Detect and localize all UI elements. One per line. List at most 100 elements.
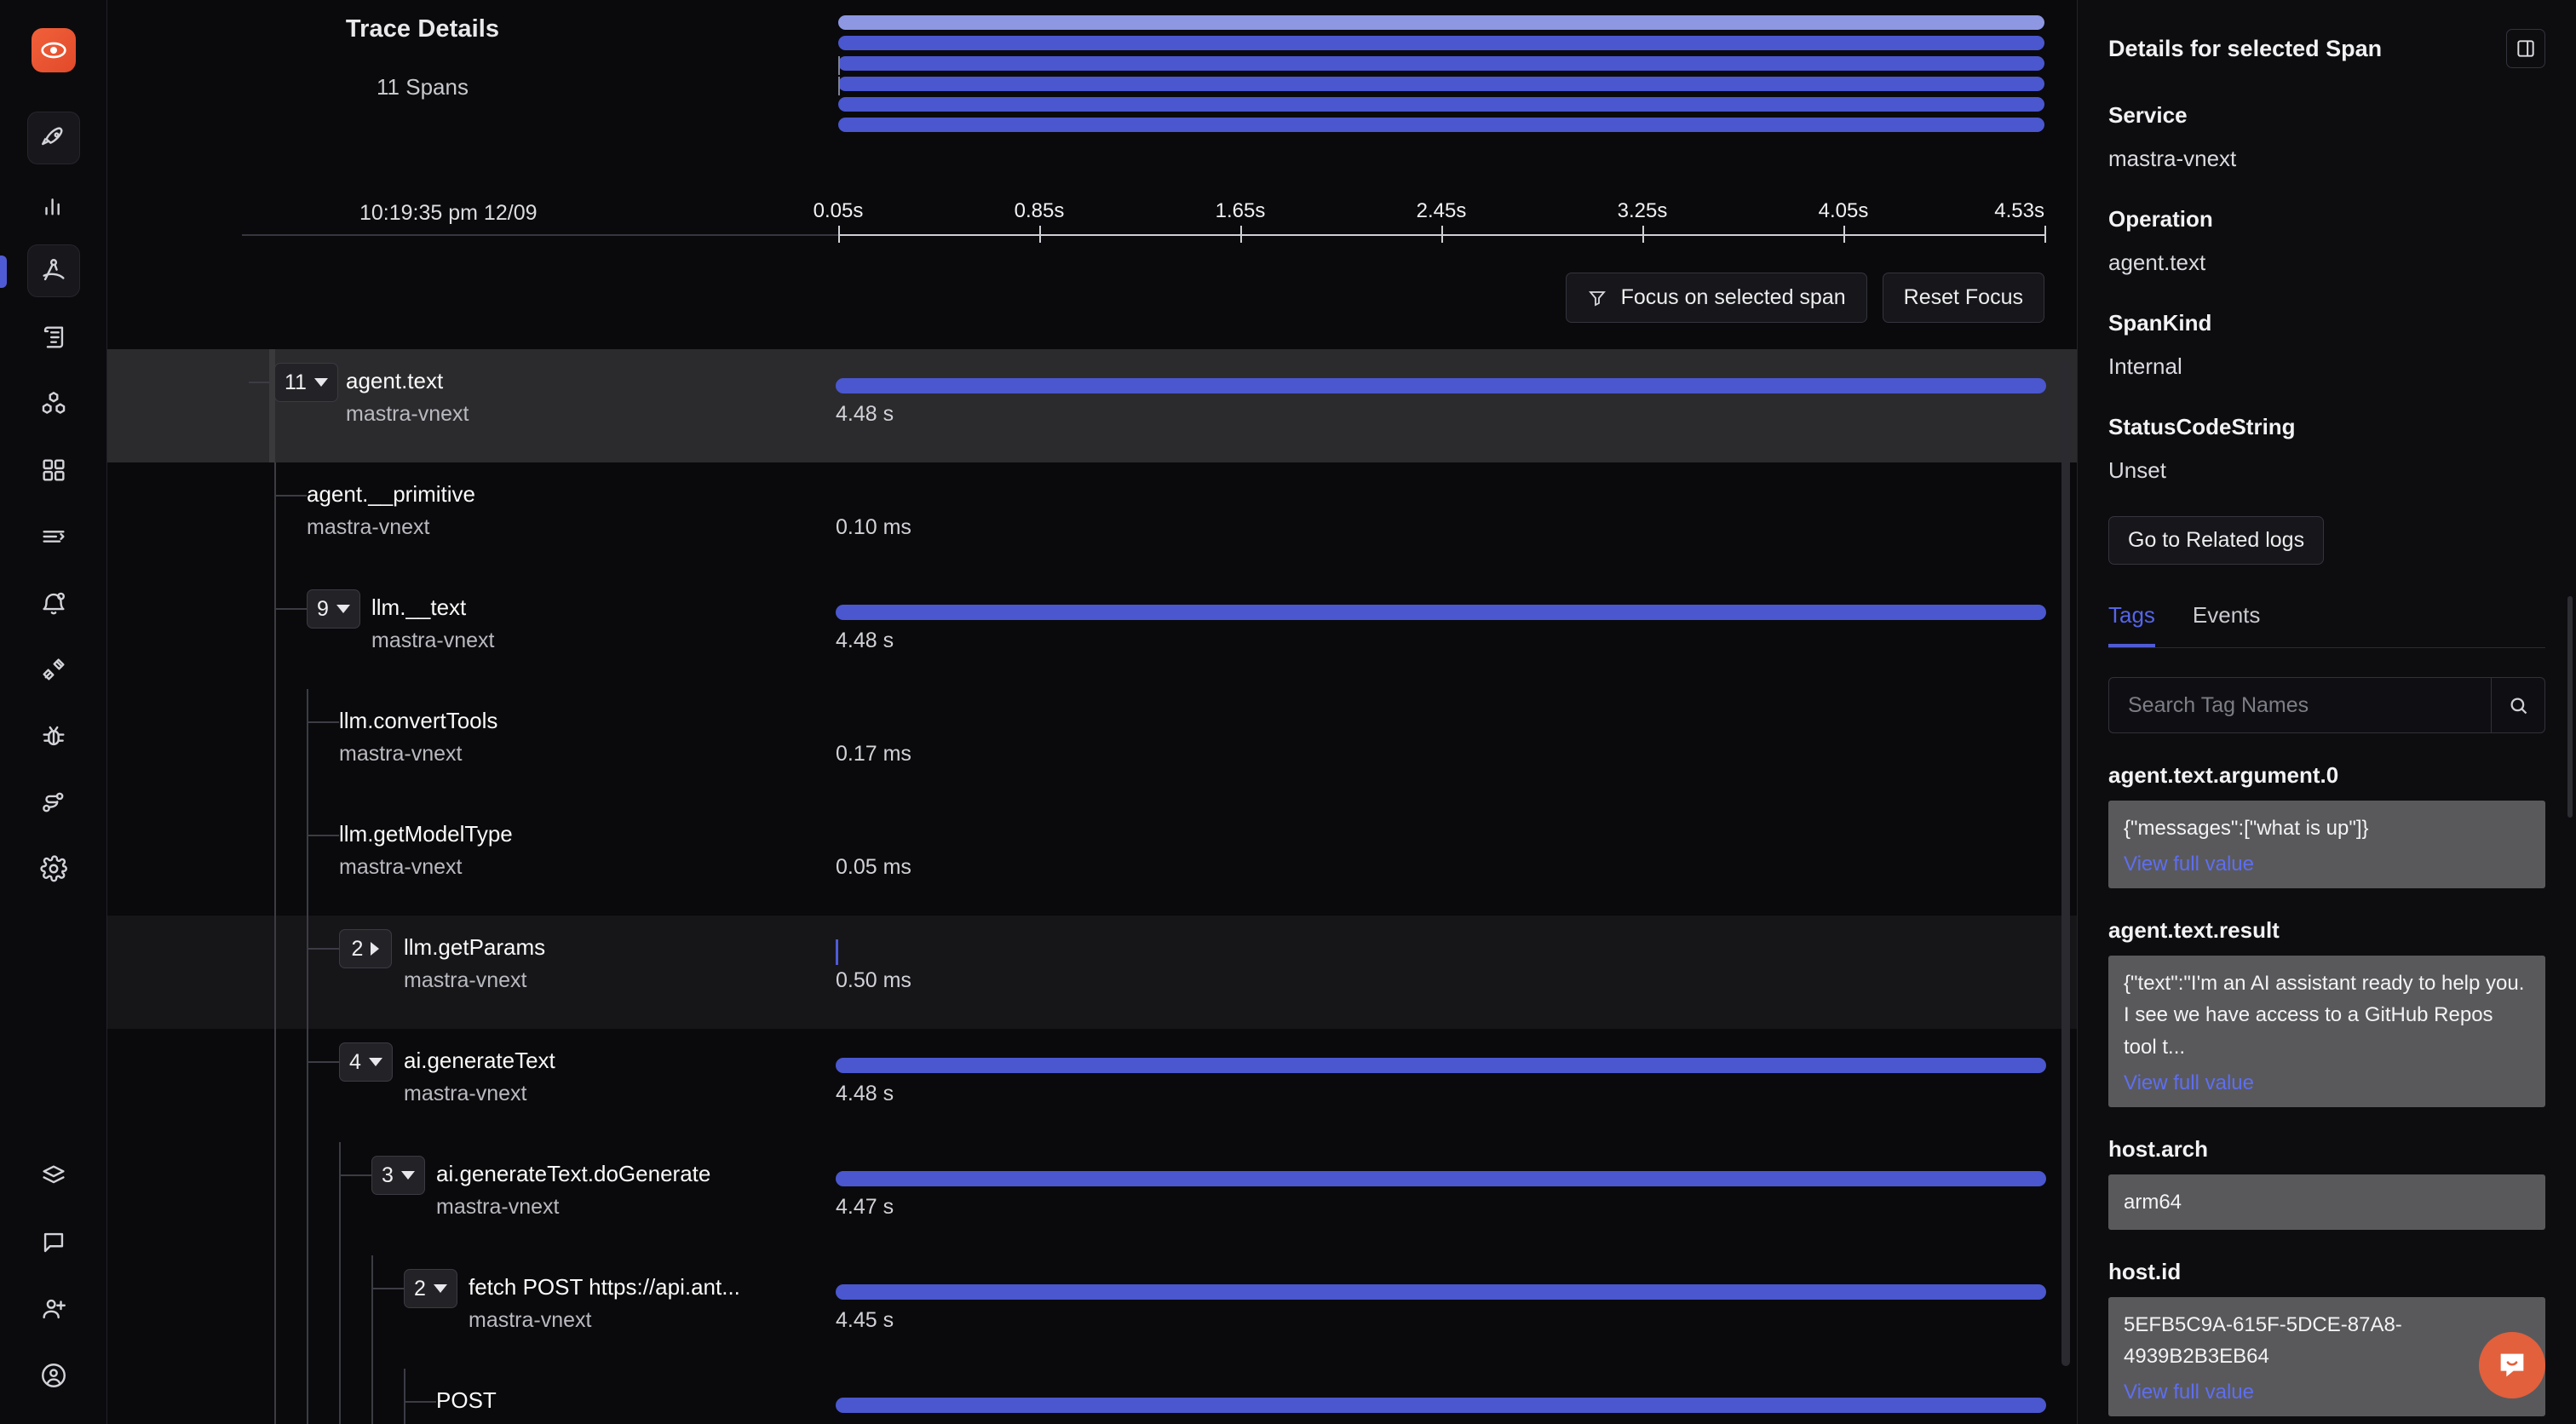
sidebar-item-logs[interactable]	[27, 311, 80, 364]
sidebar-bottom-group	[0, 1136, 107, 1402]
tree-guide-line	[274, 802, 276, 916]
span-expand-toggle[interactable]: 2	[404, 1269, 457, 1308]
profile-icon	[42, 1364, 66, 1387]
span-service-name: mastra-vnext	[339, 855, 463, 879]
span-duration-bar[interactable]	[836, 378, 2046, 393]
span-duration-label: 4.47 s	[836, 1195, 894, 1219]
sidebar-item-models[interactable]	[27, 377, 80, 430]
tree-guide-line	[274, 1142, 276, 1255]
tab-events[interactable]: Events	[2193, 602, 2261, 647]
details-scrollbar[interactable]	[2567, 596, 2573, 818]
span-row[interactable]: POSTmastra-vnext4.45 s	[107, 1369, 2077, 1424]
span-duration-bar[interactable]	[836, 1284, 2046, 1300]
span-expand-toggle[interactable]: 4	[339, 1042, 393, 1082]
panel-layout-icon	[2517, 40, 2534, 57]
span-row-timeline-cell: 0.50 ms	[836, 916, 2077, 1029]
panel-layout-toggle-button[interactable]	[2506, 29, 2545, 68]
span-row-timeline-cell: 4.48 s	[836, 349, 2077, 462]
span-child-count: 9	[317, 596, 329, 621]
detail-field-value: Unset	[2108, 457, 2166, 483]
tree-guide-line	[307, 1142, 308, 1255]
axis-tick-mark	[1642, 226, 1644, 243]
view-full-value-link[interactable]: View full value	[2124, 853, 2254, 876]
sidebar-item-integrations[interactable]	[27, 643, 80, 696]
detail-field-value: Internal	[2108, 353, 2182, 379]
compass-icon	[42, 259, 65, 281]
span-row-label-cell: 11 agent.text mastra-vnext	[107, 349, 836, 462]
tag-key: host.arch	[2108, 1135, 2209, 1162]
chevron-down-icon	[368, 1058, 382, 1066]
span-row-label-cell: 9 llm.__text mastra-vnext	[107, 576, 836, 689]
reset-focus-button[interactable]: Reset Focus	[1882, 273, 2044, 323]
span-duration-bar[interactable]	[836, 939, 838, 965]
span-expand-toggle[interactable]: 3	[371, 1156, 425, 1195]
span-row[interactable]: 2 fetch POST https://api.ant... mastra-vne…	[107, 1255, 2077, 1369]
span-row[interactable]: 2 llm.getParams mastra-vnext 0.50 ms	[107, 916, 2077, 1029]
sidebar-item-traces[interactable]	[0, 244, 80, 297]
span-child-count: 4	[349, 1049, 361, 1074]
span-operation-name: llm.convertTools	[339, 708, 498, 733]
axis-tick-label: 1.65s	[1215, 199, 1266, 222]
span-expand-toggle[interactable]: 11	[274, 363, 338, 402]
span-row[interactable]: 3 ai.generateText.doGenerate mastra-vnext 4…	[107, 1142, 2077, 1255]
minimap-handle[interactable]	[838, 56, 840, 75]
trace-header: Trace Details 11 Spans	[107, 0, 2077, 198]
sidebar-item-settings[interactable]	[27, 842, 80, 895]
search-submit-button[interactable]	[2491, 677, 2545, 733]
span-row[interactable]: 9 llm.__text mastra-vnext 4.48 s	[107, 576, 2077, 689]
span-row-label-cell: 2 fetch POST https://api.ant... mastra-vne…	[107, 1255, 836, 1369]
axis-tick-label: 2.45s	[1416, 199, 1467, 222]
view-full-value-link[interactable]: View full value	[2124, 1381, 2254, 1404]
go-to-related-logs-button[interactable]: Go to Related logs	[2108, 516, 2325, 565]
span-row-timeline-cell: 4.45 s	[836, 1255, 2077, 1369]
search-input[interactable]	[2108, 677, 2491, 733]
tree-guide-line	[274, 462, 276, 576]
sidebar-item-workflows[interactable]	[27, 776, 80, 829]
span-row[interactable]: llm.convertTools mastra-vnext 0.17 ms	[107, 689, 2077, 802]
span-tree-list[interactable]: 11 agent.text mastra-vnext 4.48 s agent.__pr…	[107, 349, 2077, 1424]
tree-connector	[307, 948, 339, 950]
app-logo[interactable]	[31, 28, 76, 72]
axis-tick-label: 0.85s	[1014, 199, 1065, 222]
chat-support-button[interactable]	[2479, 1332, 2545, 1398]
sidebar-item-alerts[interactable]	[27, 577, 80, 629]
span-duration-bar[interactable]	[836, 1398, 2046, 1413]
sidebar-item-invite[interactable]	[27, 1283, 80, 1335]
sidebar-item-debug[interactable]	[27, 709, 80, 762]
span-row-label-cell: llm.convertTools mastra-vnext	[107, 689, 836, 802]
span-row[interactable]: 4 ai.generateText mastra-vnext 4.48 s	[107, 1029, 2077, 1142]
sidebar-item-lists[interactable]	[27, 510, 80, 563]
tree-guide-line	[339, 1255, 341, 1369]
span-row[interactable]: llm.getModelType mastra-vnext 0.05 ms	[107, 802, 2077, 916]
tree-guide-line	[404, 1369, 405, 1424]
minimap-handle[interactable]	[838, 77, 840, 95]
focus-on-selected-span-button[interactable]: Focus on selected span	[1565, 273, 1867, 323]
sidebar-item-agents[interactable]	[26, 112, 80, 164]
sidebar-item-layers[interactable]	[27, 1150, 80, 1203]
span-service-name: mastra-vnext	[404, 1082, 527, 1105]
chevron-down-icon	[313, 378, 328, 387]
span-list-scrollbar[interactable]	[2061, 361, 2070, 1366]
span-expand-toggle[interactable]: 2	[339, 929, 392, 968]
detail-field-value: mastra-vnext	[2108, 146, 2237, 171]
tree-connector	[307, 835, 339, 836]
sidebar-item-metrics[interactable]	[27, 178, 80, 231]
tab-tags[interactable]: Tags	[2108, 602, 2155, 647]
span-row[interactable]: 11 agent.text mastra-vnext 4.48 s	[107, 349, 2077, 462]
axis-tick-label: 3.25s	[1617, 199, 1668, 222]
chevron-down-icon	[433, 1284, 447, 1293]
sidebar-item-feedback[interactable]	[27, 1216, 80, 1269]
span-duration-bar[interactable]	[836, 1171, 2046, 1186]
span-duration-bar[interactable]	[836, 1058, 2046, 1073]
axis-tick-label: 4.53s	[1994, 199, 2044, 222]
view-full-value-link[interactable]: View full value	[2124, 1071, 2254, 1095]
list-icon	[42, 531, 65, 543]
sidebar-item-profile[interactable]	[27, 1349, 80, 1402]
span-duration-bar[interactable]	[836, 605, 2046, 620]
span-duration-label: 4.48 s	[836, 402, 894, 426]
sidebar-item-apps[interactable]	[27, 444, 80, 497]
span-expand-toggle[interactable]: 9	[307, 589, 360, 629]
minimap-bar	[838, 77, 2044, 91]
trace-minimap[interactable]	[838, 15, 2044, 138]
span-row[interactable]: agent.__primitive mastra-vnext 0.10 ms	[107, 462, 2077, 576]
